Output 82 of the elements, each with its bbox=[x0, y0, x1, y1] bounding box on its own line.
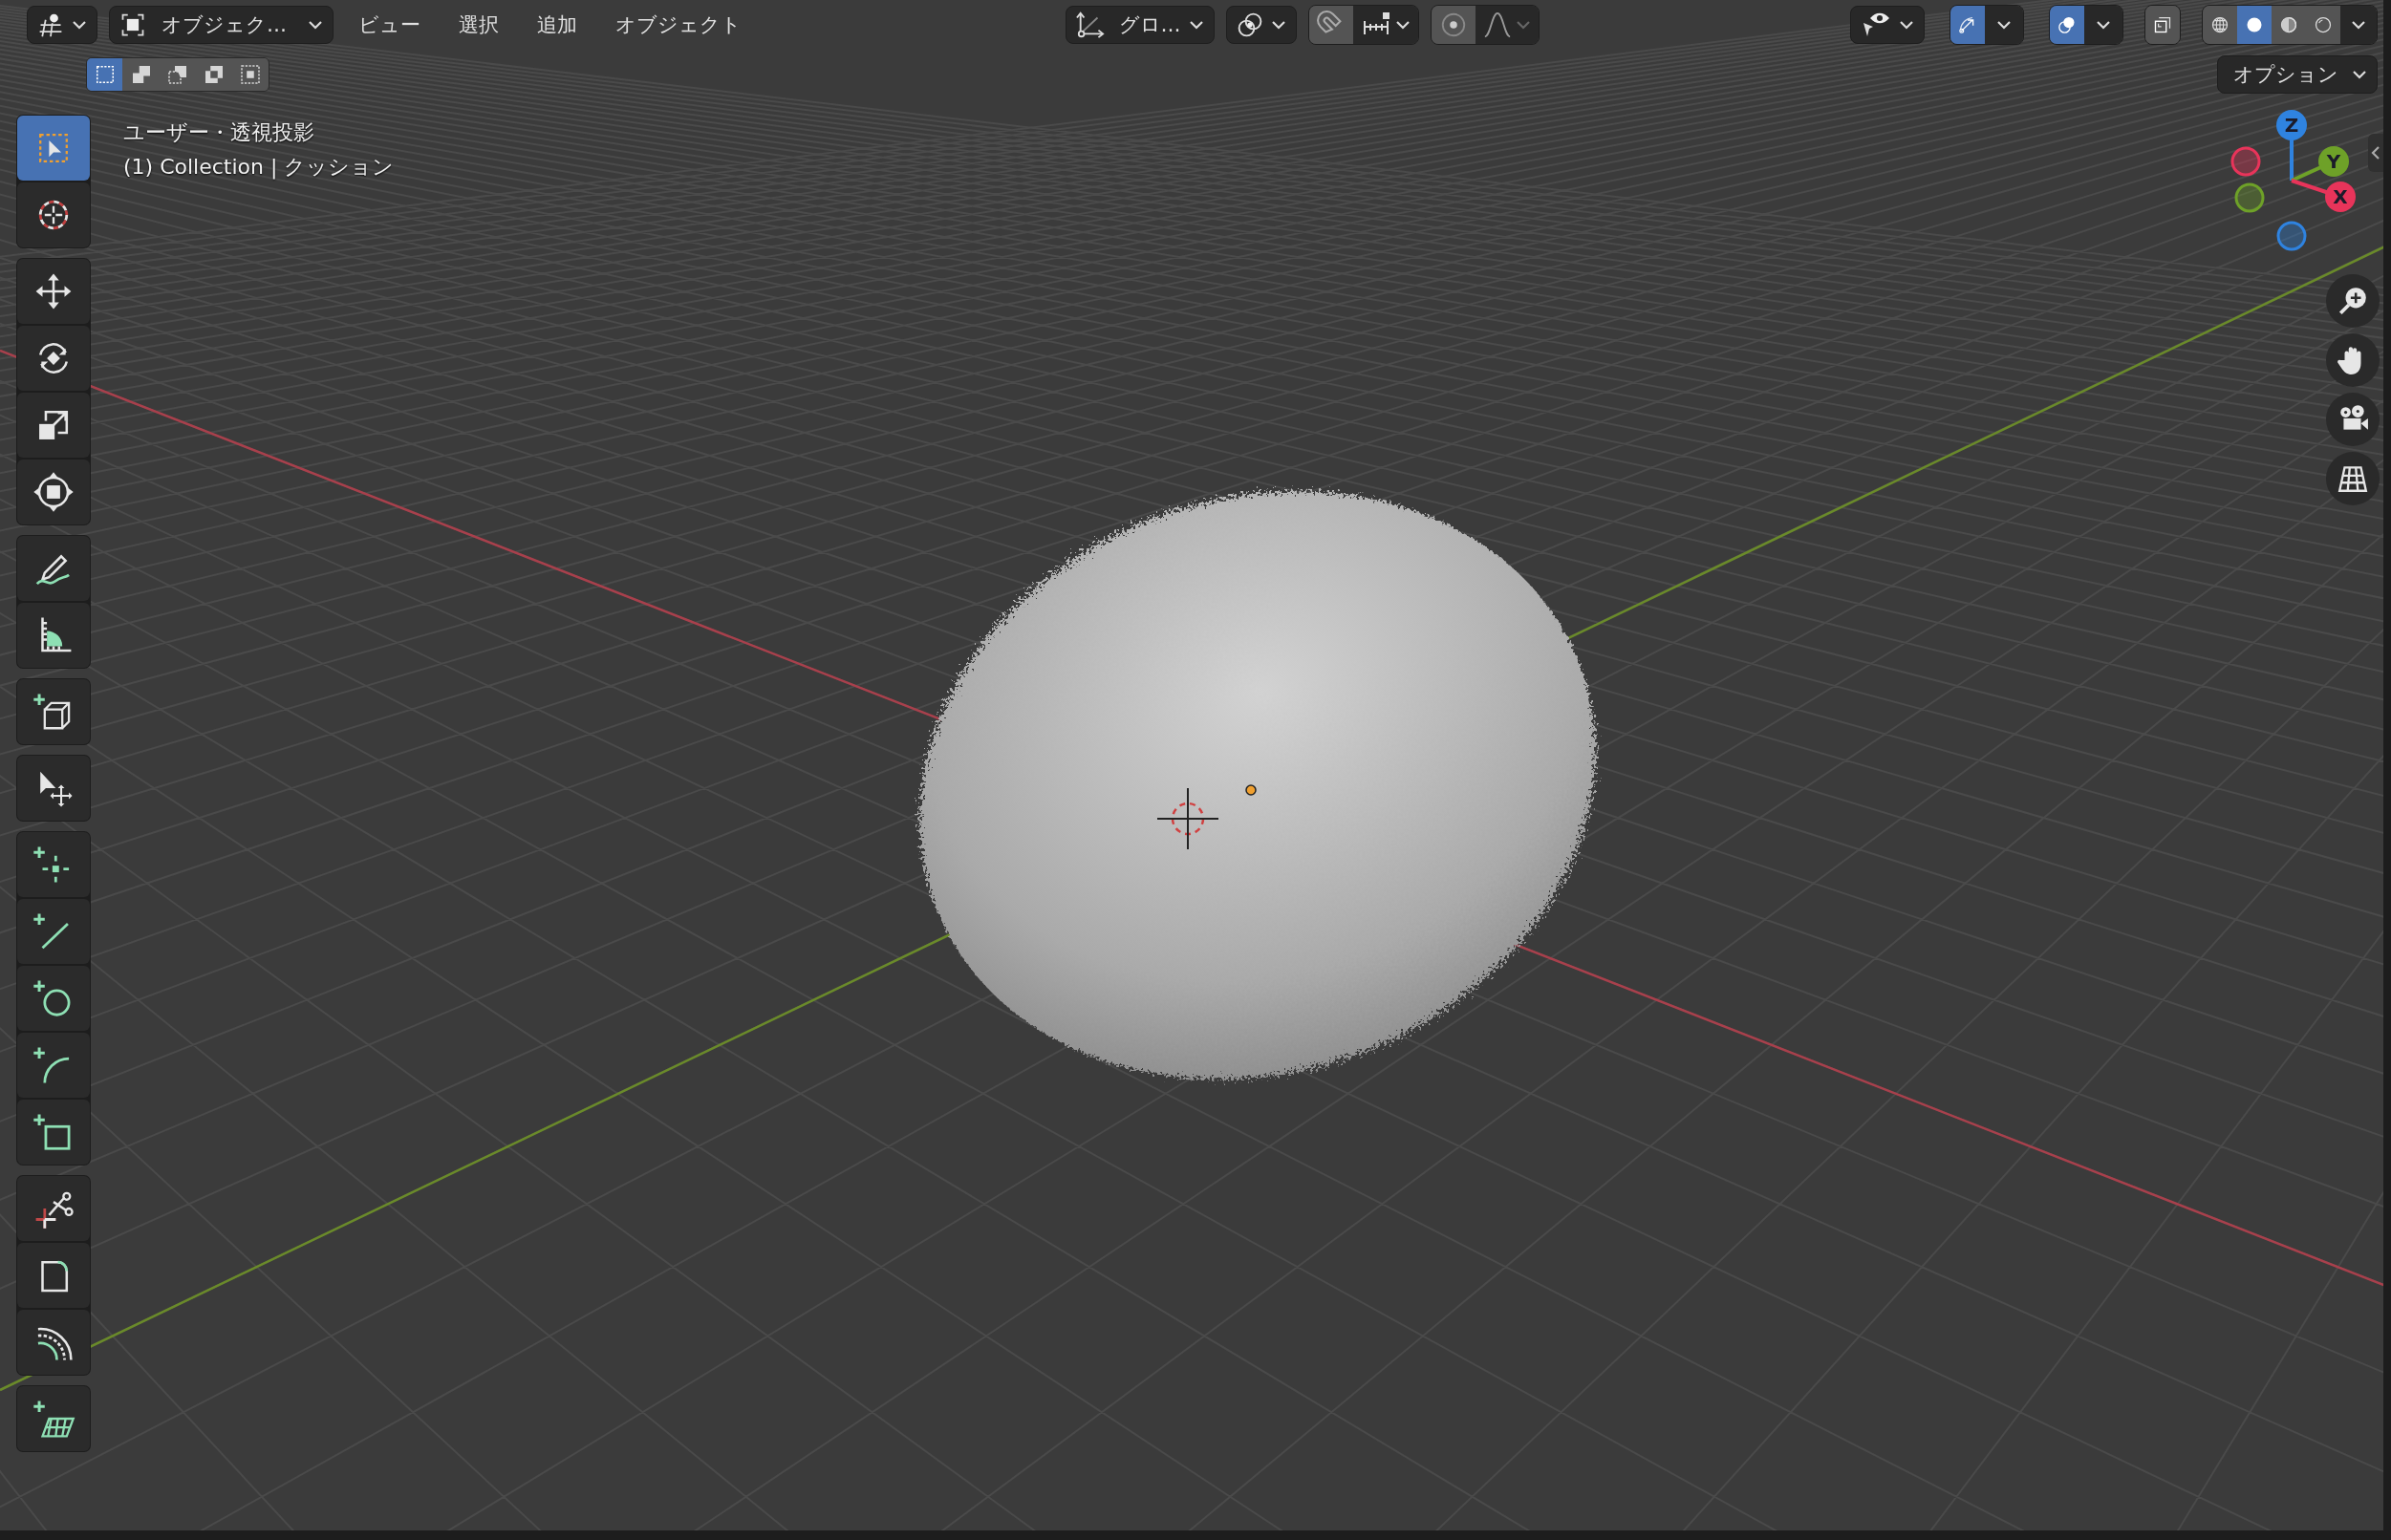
tool-button[interactable] bbox=[17, 393, 90, 458]
tool-button[interactable] bbox=[17, 679, 90, 744]
chevron-icon bbox=[2351, 19, 2366, 31]
overlays-toggle[interactable] bbox=[2050, 6, 2084, 44]
gizmo-toggle[interactable] bbox=[1950, 6, 1985, 44]
axis-handle[interactable] bbox=[2325, 182, 2356, 212]
axis-label: X bbox=[2333, 185, 2348, 208]
menu-item[interactable]: オブジェクト bbox=[602, 6, 755, 44]
chevron-icon bbox=[72, 19, 87, 31]
axis-label: Y bbox=[2326, 150, 2341, 173]
3d-cursor-icon bbox=[1156, 787, 1219, 850]
intersect-selection-icon bbox=[238, 63, 262, 86]
menu-item[interactable]: 追加 bbox=[524, 6, 591, 44]
tool-button[interactable] bbox=[17, 1100, 90, 1165]
orthographic-toggle-button[interactable] bbox=[2326, 452, 2380, 505]
tool-button[interactable] bbox=[17, 1386, 90, 1451]
transform-arrows-icon bbox=[32, 470, 75, 514]
tool-button[interactable] bbox=[17, 460, 90, 524]
object-info: (1) Collection | クッション bbox=[123, 154, 395, 182]
sidebar-toggle[interactable] bbox=[2368, 134, 2383, 172]
selection-mode-button[interactable] bbox=[87, 58, 122, 91]
shading-mode-button[interactable] bbox=[2237, 6, 2272, 44]
mode-dropdown[interactable]: オブジェク… bbox=[109, 6, 334, 44]
shading-mode-button[interactable] bbox=[2272, 6, 2306, 44]
chevron-left-icon bbox=[2371, 145, 2380, 160]
axes-icon bbox=[1076, 11, 1105, 39]
tool-button[interactable] bbox=[17, 966, 90, 1031]
chevron-icon bbox=[2096, 19, 2111, 31]
chevron-icon bbox=[2352, 69, 2367, 80]
tool-button[interactable] bbox=[17, 899, 90, 964]
shading-mode-button[interactable] bbox=[2203, 6, 2237, 44]
tool-button[interactable] bbox=[17, 832, 90, 897]
zoom-button[interactable] bbox=[2326, 274, 2380, 328]
overlays-dropdown[interactable] bbox=[2084, 6, 2122, 44]
tool-button[interactable] bbox=[17, 603, 90, 668]
axis-label: Z bbox=[2284, 114, 2299, 137]
proportional-circle-icon bbox=[1439, 11, 1468, 39]
visibility-dropdown[interactable] bbox=[1850, 6, 1925, 44]
menu-item[interactable]: ビュー bbox=[345, 6, 434, 44]
negative-axis-handle[interactable] bbox=[2230, 146, 2261, 177]
editor-type-button[interactable] bbox=[27, 6, 97, 44]
chevron-icon bbox=[1899, 19, 1914, 31]
tool-button[interactable] bbox=[17, 536, 90, 601]
pan-button[interactable] bbox=[2326, 333, 2380, 387]
shading-dropdown[interactable] bbox=[2340, 6, 2377, 44]
bell-curve-icon bbox=[1483, 11, 1512, 39]
chevron-icon bbox=[308, 19, 323, 31]
snap-toggle[interactable] bbox=[1309, 6, 1353, 44]
tool-button[interactable] bbox=[17, 1243, 90, 1308]
axis-handle[interactable] bbox=[2318, 146, 2349, 177]
tool-button[interactable] bbox=[17, 1033, 90, 1098]
negative-axis-handle[interactable] bbox=[2234, 182, 2265, 213]
tool-button[interactable] bbox=[17, 1310, 90, 1375]
menu-item[interactable]: 選択 bbox=[445, 6, 512, 44]
tool-button[interactable] bbox=[17, 756, 90, 821]
tool-button[interactable] bbox=[17, 182, 90, 247]
view-name: ユーザー・透視投影 bbox=[123, 119, 315, 146]
object-origin-dot bbox=[1245, 784, 1257, 796]
camera-view-button[interactable] bbox=[2326, 393, 2380, 446]
chevron-icon bbox=[1996, 19, 2012, 31]
chevron-icon bbox=[1516, 19, 1531, 31]
chevron-icon bbox=[1395, 19, 1411, 31]
tool-button[interactable] bbox=[17, 326, 90, 391]
options-dropdown[interactable]: オプション bbox=[2217, 55, 2378, 94]
snap-target-dropdown[interactable] bbox=[1353, 6, 1418, 44]
object-mode-icon bbox=[119, 11, 146, 38]
zoom-icon bbox=[2337, 285, 2369, 317]
tool-button[interactable] bbox=[17, 1176, 90, 1241]
negative-axis-handle[interactable] bbox=[2276, 221, 2307, 251]
falloff-dropdown[interactable] bbox=[1476, 6, 1539, 44]
gizmo-dropdown[interactable] bbox=[1985, 6, 2023, 44]
xray-toggle[interactable] bbox=[2145, 6, 2180, 44]
pivot-point-dropdown[interactable] bbox=[1226, 6, 1297, 44]
shading-mode-button[interactable] bbox=[2306, 6, 2340, 44]
proportional-editing-toggle[interactable] bbox=[1432, 6, 1476, 44]
chevron-icon bbox=[1189, 19, 1204, 31]
view3d-editor-icon bbox=[37, 11, 64, 38]
linked-circles-icon bbox=[1237, 11, 1263, 38]
transform-orientation-dropdown[interactable]: グロ… bbox=[1066, 6, 1215, 44]
axis-handle[interactable] bbox=[2276, 110, 2307, 140]
chevron-icon bbox=[1271, 19, 1286, 31]
tool-button[interactable] bbox=[17, 259, 90, 324]
